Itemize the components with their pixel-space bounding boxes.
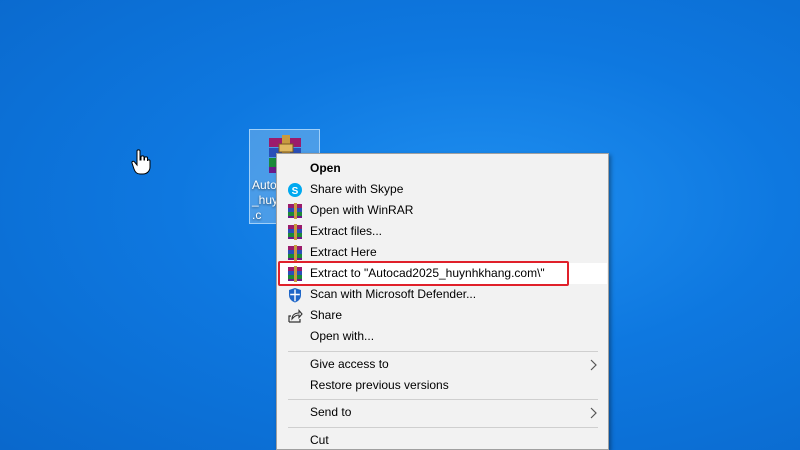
- menu-item-give-access-to[interactable]: Give access to: [278, 354, 607, 375]
- skype-icon: S: [288, 183, 302, 197]
- menu-item-open-with[interactable]: Open with...: [278, 326, 607, 347]
- winrar-icon: [288, 245, 302, 261]
- hand-cursor-icon: [131, 149, 151, 175]
- menu-item-extract-here[interactable]: Extract Here: [278, 242, 607, 263]
- winrar-icon: [288, 224, 302, 240]
- menu-item-restore-previous-versions[interactable]: Restore previous versions: [278, 375, 607, 396]
- winrar-icon: [288, 203, 302, 219]
- menu-item-open-with-winrar[interactable]: Open with WinRAR: [278, 200, 607, 221]
- menu-item-send-to[interactable]: Send to: [278, 402, 607, 423]
- menu-item-share[interactable]: Share: [278, 305, 607, 326]
- menu-item-cut[interactable]: Cut: [278, 430, 607, 449]
- menu-separator: [288, 399, 598, 400]
- annotation-highlight-box: [278, 261, 569, 286]
- defender-shield-icon: [289, 288, 301, 303]
- menu-item-extract-files[interactable]: Extract files...: [278, 221, 607, 242]
- svg-text:S: S: [292, 186, 299, 197]
- chevron-right-icon: [590, 359, 597, 371]
- context-menu: Open S Share with Skype Open with WinRAR…: [276, 153, 609, 450]
- chevron-right-icon: [590, 407, 597, 419]
- menu-item-open[interactable]: Open: [278, 158, 607, 179]
- menu-separator: [288, 351, 598, 352]
- share-icon: [288, 309, 303, 323]
- menu-item-scan-with-defender[interactable]: Scan with Microsoft Defender...: [278, 284, 607, 305]
- menu-item-share-with-skype[interactable]: S Share with Skype: [278, 179, 607, 200]
- menu-separator: [288, 427, 598, 428]
